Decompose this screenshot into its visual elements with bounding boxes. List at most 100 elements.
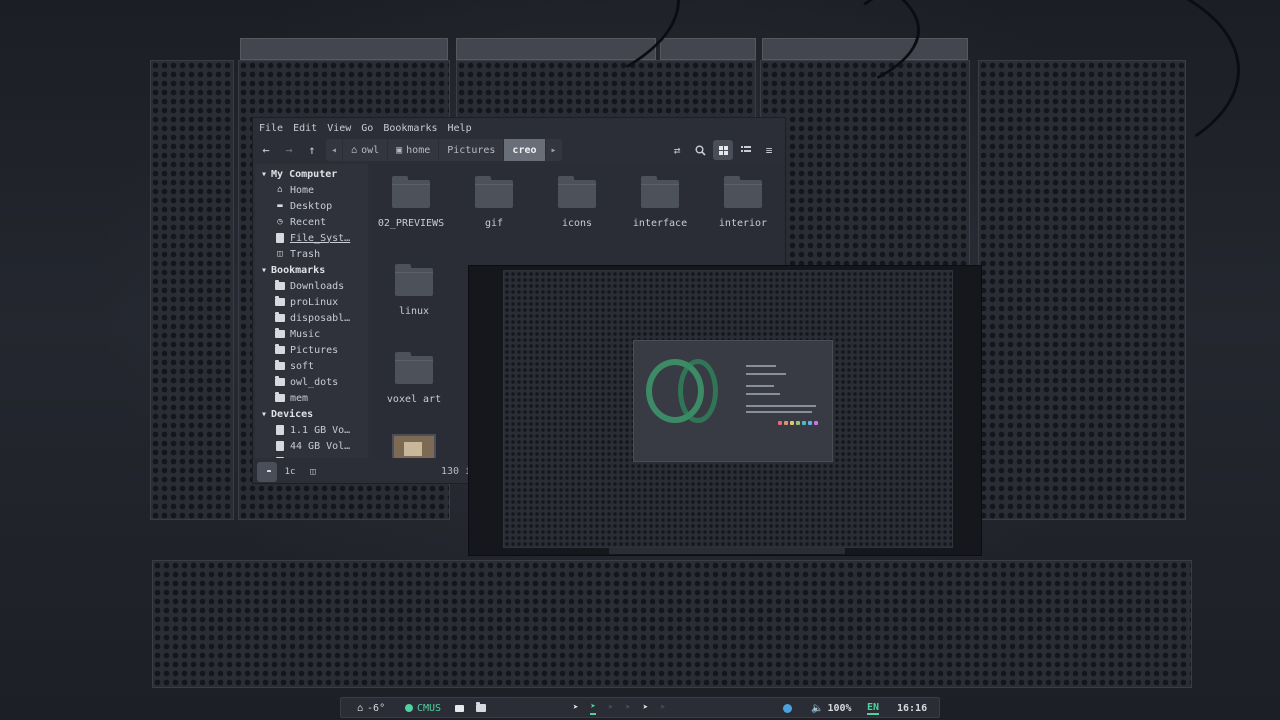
- folder-icon: [475, 176, 513, 208]
- icon-view-button[interactable]: [713, 140, 733, 160]
- folder-icon: [724, 176, 762, 208]
- breadcrumb-scroll-right[interactable]: ▸: [546, 139, 562, 161]
- sidebar-item-owl-dots[interactable]: owl_dots: [255, 374, 368, 390]
- keyboard-layout[interactable]: EN: [867, 701, 880, 715]
- preview-logo: [678, 359, 718, 423]
- sidebar-item-filesystem[interactable]: File_Syst…: [255, 230, 368, 246]
- breadcrumb-label: creo: [512, 144, 537, 156]
- home-icon: ⌂: [351, 144, 358, 156]
- sidebar-item-downloads[interactable]: Downloads: [255, 278, 368, 294]
- media-controls: ➤ ➤ ➤ ➤ ➤ ➤: [573, 701, 666, 715]
- folder-icon: [275, 296, 285, 307]
- sidebar-item-label: 44 GB Vol…: [290, 440, 351, 452]
- play-icon[interactable]: ➤: [590, 702, 596, 715]
- section-title: My Computer: [271, 168, 338, 180]
- back-button[interactable]: ←: [256, 140, 276, 160]
- telegram-icon: [783, 703, 792, 713]
- search-button[interactable]: [690, 140, 710, 160]
- sidebar-item-recent[interactable]: ◷ Recent: [255, 214, 368, 230]
- menu-view[interactable]: View: [327, 123, 351, 134]
- file-label: icons: [561, 218, 593, 229]
- desktop-icon: ▬: [277, 201, 283, 211]
- sidebar-item-pictures[interactable]: Pictures: [255, 342, 368, 358]
- player-widget[interactable]: CMUS: [405, 701, 441, 715]
- sidebar-item-mem[interactable]: mem: [255, 390, 368, 406]
- telegram-tray[interactable]: [783, 701, 792, 715]
- sidebar-item-music[interactable]: Music: [255, 326, 368, 342]
- list-icon: [741, 145, 751, 152]
- weather-widget[interactable]: ⌂ -6°: [357, 701, 385, 715]
- menu-bookmarks[interactable]: Bookmarks: [383, 123, 437, 134]
- file-item[interactable]: interface: [619, 176, 701, 229]
- preview-taskbar-thumbnail: [609, 548, 845, 554]
- forward-button[interactable]: →: [279, 140, 299, 160]
- sidebar-item-label: Desktop: [290, 200, 333, 212]
- sidebar-section-my-computer[interactable]: ▾ My Computer: [255, 166, 368, 182]
- play-icon[interactable]: ➤: [660, 703, 665, 713]
- breadcrumb-owl[interactable]: ⌂ owl: [343, 139, 389, 161]
- sidebar-item-label: Recent: [290, 216, 327, 228]
- show-tree-button[interactable]: 1c: [280, 462, 300, 482]
- file-item[interactable]: linux: [373, 264, 455, 317]
- sidebar-section-devices[interactable]: ▾ Devices: [255, 406, 368, 422]
- chevron-down-icon: ▾: [261, 264, 268, 276]
- file-label: linux: [398, 306, 430, 317]
- file-label: interface: [632, 218, 688, 229]
- menu-file[interactable]: File: [259, 123, 283, 134]
- arrow-left-icon: ←: [262, 143, 270, 157]
- folder-icon: [275, 344, 285, 355]
- toggle-location-button[interactable]: ⇄: [667, 140, 687, 160]
- folder-icon: [275, 280, 285, 291]
- sidebar-item-volume-1[interactable]: 1.1 GB Vo…: [255, 422, 368, 438]
- folder-icon: [275, 376, 285, 387]
- breadcrumb-home[interactable]: ▣ home: [388, 139, 440, 161]
- sidebar-item-label: Trash: [290, 248, 321, 260]
- sidebar-item-prolinux[interactable]: proLinux: [255, 294, 368, 310]
- sidebar-item-disposable[interactable]: disposabl…: [255, 310, 368, 326]
- sidebar-item-home[interactable]: ⌂ Home: [255, 182, 368, 198]
- file-item[interactable]: gif: [453, 176, 535, 229]
- list-view-button[interactable]: [736, 140, 756, 160]
- menu-edit[interactable]: Edit: [293, 123, 317, 134]
- file-item[interactable]: interior: [702, 176, 784, 229]
- sidebar-item-desktop[interactable]: ▬ Desktop: [255, 198, 368, 214]
- volume-value: 100%: [827, 702, 852, 714]
- play-icon[interactable]: ➤: [643, 703, 648, 713]
- menu-go[interactable]: Go: [361, 123, 373, 134]
- play-icon[interactable]: ➤: [608, 703, 613, 713]
- folder-icon: [395, 264, 433, 296]
- file-item[interactable]: voxel art: [373, 352, 455, 405]
- file-item[interactable]: 02_PREVIEWS: [370, 176, 452, 229]
- volume-widget[interactable]: 🔈 100%: [811, 701, 852, 715]
- preview-text-line: [746, 405, 816, 407]
- compact-view-button[interactable]: ≡: [759, 140, 779, 160]
- player-name: CMUS: [417, 702, 442, 714]
- preview-text-line: [746, 373, 786, 375]
- chevron-down-icon: ▾: [261, 168, 268, 180]
- sidebar-section-bookmarks[interactable]: ▾ Bookmarks: [255, 262, 368, 278]
- hide-sidebar-button[interactable]: ◫: [303, 462, 323, 482]
- sidebar-item-volume-2[interactable]: 44 GB Vol…: [255, 438, 368, 454]
- file-label: interior: [718, 218, 768, 229]
- play-icon[interactable]: ➤: [573, 703, 578, 713]
- breadcrumb-label: Pictures: [447, 144, 496, 156]
- show-places-button[interactable]: [257, 461, 277, 482]
- clock[interactable]: 16:16: [897, 701, 927, 715]
- folder-icon: [275, 392, 285, 403]
- workspace-widget[interactable]: [455, 701, 486, 715]
- sidebar-item-trash[interactable]: ◫ Trash: [255, 246, 368, 262]
- image-thumbnail: [392, 434, 436, 458]
- menu-help[interactable]: Help: [448, 123, 472, 134]
- folder-icon: [476, 702, 486, 712]
- sidebar-item-soft[interactable]: soft: [255, 358, 368, 374]
- breadcrumb-pictures[interactable]: Pictures: [439, 139, 505, 161]
- sidebar-item-label: soft: [290, 360, 315, 372]
- breadcrumb-creo[interactable]: creo: [504, 139, 546, 161]
- breadcrumb-scroll-left[interactable]: ◂: [326, 139, 344, 161]
- image-file-item[interactable]: [373, 434, 455, 458]
- home-icon: ⌂: [277, 185, 283, 195]
- up-button[interactable]: ↑: [302, 140, 322, 160]
- play-icon[interactable]: ➤: [625, 703, 630, 713]
- file-item[interactable]: icons: [536, 176, 618, 229]
- menu-icon: ≡: [765, 143, 773, 157]
